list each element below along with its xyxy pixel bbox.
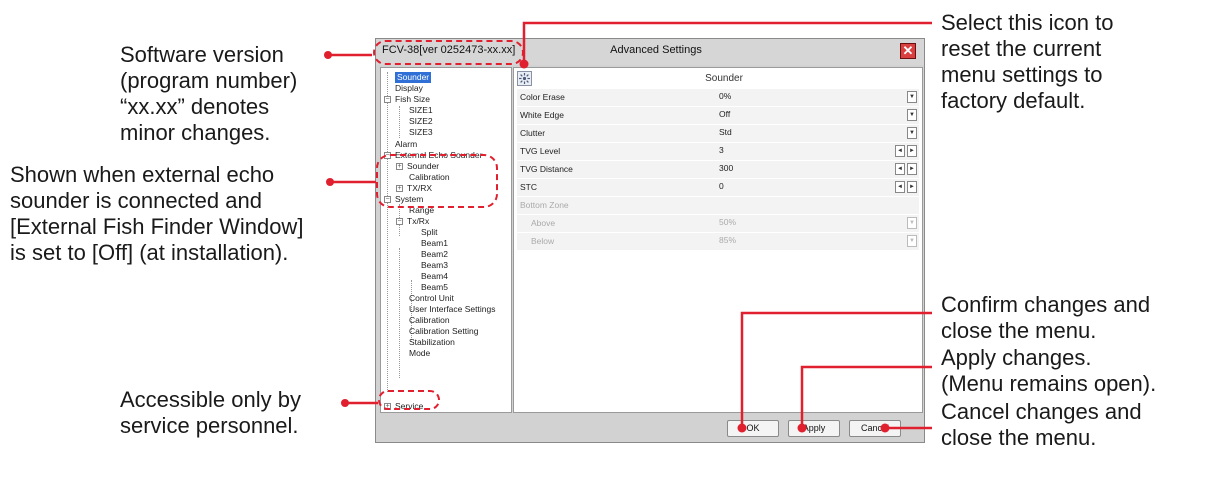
callout-lines — [324, 21, 932, 433]
